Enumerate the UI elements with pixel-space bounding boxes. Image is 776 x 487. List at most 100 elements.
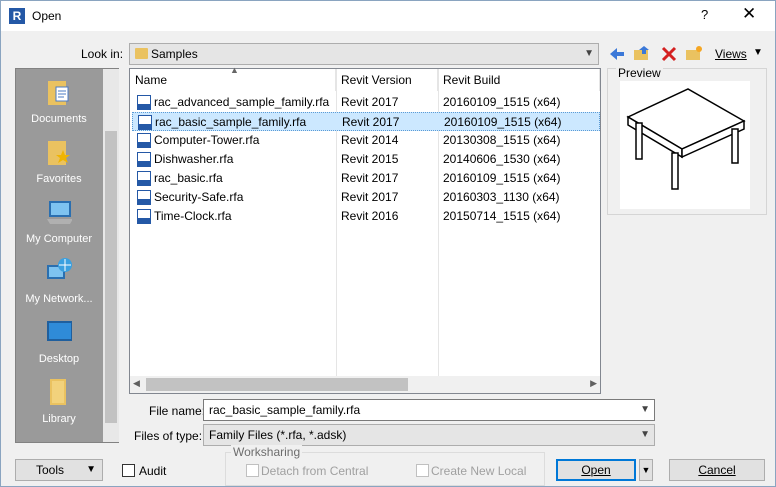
delete-icon[interactable] (660, 45, 678, 63)
help-button[interactable]: ? (701, 7, 708, 22)
places-scroll-thumb[interactable] (105, 131, 117, 423)
files-of-type-select[interactable]: Family Files (*.rfa, *.adsk) ▼ (203, 424, 655, 446)
preview-label: Preview (616, 66, 663, 80)
revit-build-cell: 20160109_1515 (x64) (443, 171, 561, 185)
file-name-cell: Time-Clock.rfa (154, 209, 232, 223)
place-label: Library (42, 413, 76, 425)
tools-label: Tools (36, 463, 65, 477)
place-label: My Network... (25, 293, 93, 305)
revit-version-cell: Revit 2017 (342, 115, 400, 129)
create-new-local-checkbox[interactable] (416, 464, 429, 477)
revit-version-cell: Revit 2017 (341, 190, 399, 204)
file-name-cell: Security-Safe.rfa (154, 190, 244, 204)
revit-version-cell: Revit 2017 (341, 95, 399, 109)
sort-ascending-icon: ▲ (230, 65, 239, 75)
rfa-file-icon (137, 171, 151, 186)
chevron-down-icon[interactable]: ▼ (640, 404, 650, 415)
chevron-down-icon: ▼ (641, 465, 651, 475)
detach-from-central-checkbox[interactable] (246, 464, 259, 477)
folder-icon (135, 48, 148, 59)
rfa-file-icon (137, 209, 151, 224)
column-header-label: Revit Version (341, 73, 412, 87)
file-row[interactable]: Dishwasher.rfa Revit 2015 20140606_1530 (x… (132, 150, 600, 169)
file-row[interactable]: rac_advanced_sample_family.rfa Revit 2017… (132, 93, 600, 112)
file-name-cell: rac_basic_sample_family.rfa (155, 115, 307, 129)
preview-image (620, 81, 750, 209)
open-button[interactable]: Open (556, 459, 636, 481)
dialog-title: Open (32, 9, 62, 23)
revit-version-cell: Revit 2014 (341, 133, 399, 147)
column-header-revit-build[interactable]: Revit Build (438, 69, 600, 91)
place-documents[interactable]: Documents (16, 77, 102, 137)
rfa-file-icon (137, 152, 151, 167)
preview-group: Preview (607, 66, 767, 215)
up-folder-icon[interactable] (633, 45, 651, 63)
place-favorites[interactable]: Favorites (16, 137, 102, 197)
views-label: Views (715, 47, 747, 61)
new-folder-icon[interactable] (685, 45, 703, 63)
rfa-file-icon (137, 95, 151, 110)
files-of-type-label: Files of type: (134, 429, 203, 443)
file-name-input[interactable]: rac_basic_sample_family.rfa ▼ (203, 399, 655, 421)
revit-version-cell: Revit 2017 (341, 171, 399, 185)
place-desktop[interactable]: Desktop (16, 317, 102, 377)
file-name-label: File name: (149, 404, 206, 418)
cancel-button[interactable]: Cancel (669, 459, 765, 481)
file-list-hscrollbar[interactable]: ◀ ▶ (130, 376, 600, 393)
scroll-right-icon[interactable]: ▶ (590, 378, 597, 389)
place-library[interactable]: Library (16, 377, 102, 437)
file-name-value: rac_basic_sample_family.rfa (209, 403, 361, 417)
revit-build-cell: 20150714_1515 (x64) (443, 209, 561, 223)
revit-build-cell: 20130308_1515 (x64) (443, 133, 561, 147)
place-my-computer[interactable]: My Computer (16, 197, 102, 257)
revit-build-cell: 20160303_1130 (x64) (443, 190, 560, 204)
chevron-down-icon[interactable]: ▼ (584, 48, 594, 59)
file-name-cell: rac_basic.rfa (154, 171, 223, 185)
revit-version-cell: Revit 2015 (341, 152, 399, 166)
tools-button[interactable]: Tools ▼ (15, 459, 103, 481)
back-icon[interactable] (608, 45, 626, 63)
column-header-name[interactable]: ▲ Name (130, 65, 336, 91)
rfa-file-icon (137, 133, 151, 148)
title-bar: R Open ? ✕ (1, 1, 775, 31)
place-label: Desktop (38, 353, 80, 365)
column-header-revit-version[interactable]: Revit Version (336, 69, 438, 91)
revit-version-cell: Revit 2016 (341, 209, 399, 223)
views-button[interactable]: Views ▼ (713, 45, 769, 63)
file-name-cell: rac_advanced_sample_family.rfa (154, 95, 330, 109)
my-network-icon (46, 257, 72, 287)
scroll-left-icon[interactable]: ◀ (133, 378, 140, 389)
worksharing-group: Worksharing Detach from Central Create N… (225, 445, 545, 486)
file-list: ▲ Name Revit Version Revit Build rac_adv… (129, 65, 601, 394)
place-label: My Computer (25, 233, 93, 245)
file-row[interactable]: Security-Safe.rfa Revit 2017 20160303_1130… (132, 188, 600, 207)
file-row[interactable]: Computer-Tower.rfa Revit 2014 20130308_151… (132, 131, 600, 150)
revit-build-cell: 20160109_1515 (x64) (444, 115, 562, 129)
close-button[interactable]: ✕ (742, 4, 756, 24)
file-row[interactable]: rac_basic_sample_family.rfa Revit 2017 201… (132, 112, 600, 131)
places-scrollbar[interactable] (103, 69, 119, 442)
open-options-dropdown[interactable]: ▼ (639, 459, 653, 481)
file-row[interactable]: Time-Clock.rfa Revit 2016 20150714_1515 (x… (132, 207, 600, 226)
documents-icon (46, 77, 72, 107)
files-of-type-value: Family Files (*.rfa, *.adsk) (209, 428, 347, 442)
favorites-icon (46, 137, 72, 167)
look-in-combo[interactable]: Samples ▼ (129, 43, 599, 65)
place-label: Documents (31, 113, 87, 125)
hscroll-thumb[interactable] (146, 378, 408, 391)
audit-label: Audit (139, 464, 167, 478)
audit-checkbox[interactable] (122, 464, 135, 477)
chevron-down-icon: ▼ (86, 464, 96, 475)
place-my-network[interactable]: My Network... (16, 257, 102, 317)
open-dialog: R Open ? ✕ Look in: Samples ▼ Views ▼ Do… (0, 0, 776, 487)
file-row[interactable]: rac_basic.rfa Revit 2017 20160109_1515 (x6… (132, 169, 600, 188)
look-in-label: Look in: (81, 47, 124, 61)
revit-build-cell: 20160109_1515 (x64) (443, 95, 561, 109)
rfa-file-icon (137, 190, 151, 205)
chevron-down-icon: ▼ (640, 429, 650, 440)
create-new-local-label: Create New Local (431, 464, 527, 478)
place-label: Favorites (36, 173, 82, 185)
worksharing-label: Worksharing (231, 445, 303, 459)
cancel-label: Cancel (698, 463, 736, 477)
places-bar: Documents Favorites My Computer My Netwo… (15, 68, 119, 443)
